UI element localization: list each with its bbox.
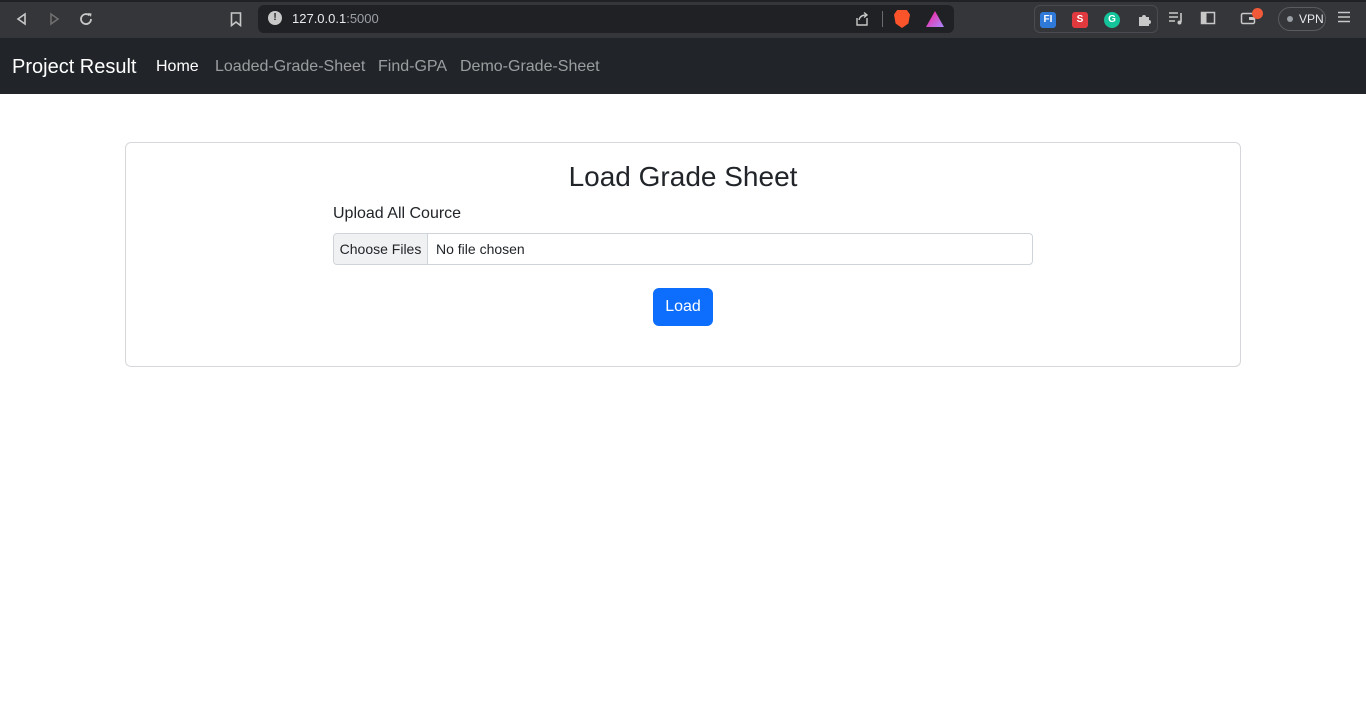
- brave-shield-icon[interactable]: [894, 10, 910, 28]
- page-title: Load Grade Sheet: [568, 161, 798, 192]
- tab-strip-edge: [0, 0, 1366, 2]
- extensions-group: FI S G: [1034, 5, 1158, 33]
- red-extension-icon[interactable]: S: [1072, 12, 1088, 28]
- bookmark-icon[interactable]: [226, 9, 246, 29]
- file-status-text: No file chosen: [436, 241, 525, 257]
- vpn-label: VPN: [1299, 12, 1324, 26]
- browser-toolbar: ! 127.0.0.1:5000 FI S G VPN: [0, 0, 1366, 38]
- brave-rewards-icon[interactable]: [926, 11, 944, 27]
- nav-link-find-gpa[interactable]: Find-GPA: [378, 58, 447, 76]
- forward-icon[interactable]: [44, 9, 64, 29]
- omnibox-divider: [882, 11, 883, 27]
- nav-link-loaded-grade-sheet[interactable]: Loaded-Grade-Sheet: [215, 58, 365, 76]
- app-navbar: Project Result Home Loaded-Grade-Sheet F…: [0, 38, 1366, 94]
- playlist-icon[interactable]: [1168, 10, 1184, 26]
- puzzle-icon[interactable]: [1136, 12, 1152, 28]
- address-url[interactable]: 127.0.0.1:5000: [292, 11, 379, 26]
- load-button[interactable]: Load: [653, 288, 713, 326]
- reload-icon[interactable]: [76, 9, 96, 29]
- file-input[interactable]: Choose Files No file chosen: [333, 233, 1033, 265]
- upload-card: Load Grade Sheet Upload All Cource Choos…: [125, 142, 1241, 367]
- nav-link-home[interactable]: Home: [156, 58, 199, 76]
- choose-files-button[interactable]: Choose Files: [334, 234, 428, 264]
- vpn-status-dot: [1287, 16, 1293, 22]
- address-port: :5000: [346, 11, 379, 26]
- address-bar[interactable]: ! 127.0.0.1:5000: [258, 5, 954, 33]
- nav-link-demo-grade-sheet[interactable]: Demo-Grade-Sheet: [460, 58, 600, 76]
- back-icon[interactable]: [12, 9, 32, 29]
- vpn-button[interactable]: VPN: [1278, 7, 1326, 31]
- sidebar-icon[interactable]: [1200, 10, 1216, 26]
- upload-label: Upload All Cource: [333, 205, 462, 222]
- share-icon[interactable]: [854, 11, 870, 27]
- navbar-brand[interactable]: Project Result: [12, 56, 137, 79]
- notification-badge: [1252, 8, 1263, 19]
- menu-icon[interactable]: [1336, 10, 1352, 26]
- fi-extension-icon[interactable]: FI: [1040, 12, 1056, 28]
- address-host: 127.0.0.1: [292, 11, 347, 26]
- info-icon[interactable]: !: [268, 11, 282, 25]
- grammarly-icon[interactable]: G: [1104, 12, 1120, 28]
